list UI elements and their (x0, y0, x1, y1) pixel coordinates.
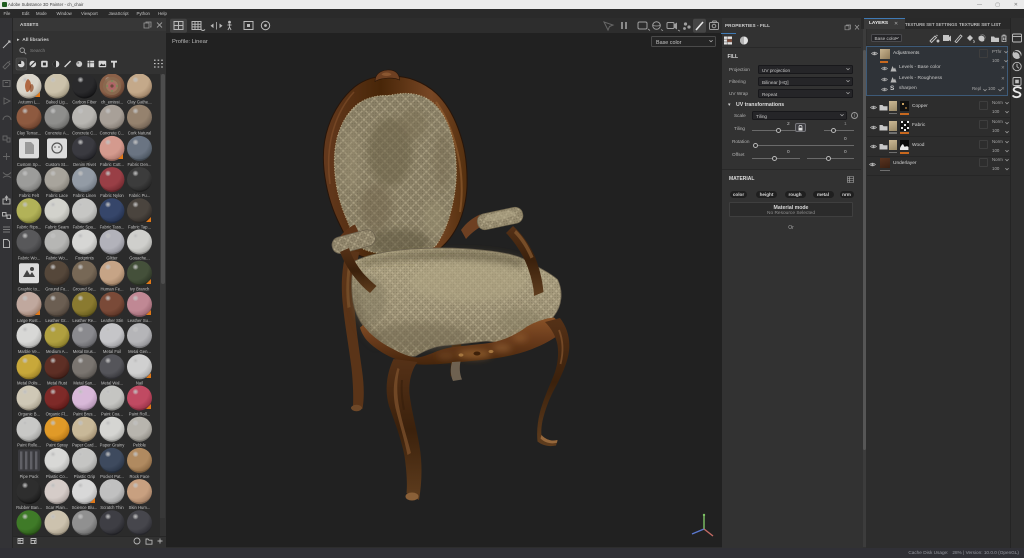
svg-text:Footprints: Footprints (75, 256, 94, 261)
svg-text:Organic B...: Organic B... (18, 412, 40, 417)
svg-text:Ivy Branch: Ivy Branch (130, 287, 150, 292)
svg-text:Cork Natural: Cork Natural (128, 131, 152, 136)
svg-text:Medium A...: Medium A... (46, 349, 68, 354)
svg-text:Paint Coa...: Paint Coa... (101, 412, 123, 417)
svg-text:Denim Rivet: Denim Rivet (73, 162, 97, 167)
svg-text:Scratch Thin: Scratch Thin (100, 505, 124, 510)
svg-text:Fabric Wo...: Fabric Wo... (18, 256, 41, 261)
svg-text:Leather Su...: Leather Su... (128, 318, 152, 323)
svg-text:Clay Gathe...: Clay Gathe... (127, 100, 151, 105)
svg-text:Pocket Pat...: Pocket Pat... (100, 474, 124, 479)
svg-text:Paint Roll...: Paint Roll... (129, 412, 150, 417)
svg-text:Large Rust...: Large Rust... (17, 318, 41, 323)
svg-text:Carbon Fiber: Carbon Fiber (72, 100, 97, 105)
svg-text:Fabric Wo...: Fabric Wo... (46, 256, 69, 261)
svg-text:Metal Foil: Metal Foil (103, 349, 121, 354)
svg-text:Clay Terrac...: Clay Terrac... (17, 131, 42, 136)
svg-text:Metal San...: Metal San... (73, 380, 95, 385)
svg-text:Ground Se...: Ground Se... (73, 287, 97, 292)
svg-text:Paper Grainy: Paper Grainy (100, 443, 126, 448)
svg-text:Custom St...: Custom St... (45, 162, 68, 167)
svg-text:Metal Polis...: Metal Polis... (17, 380, 41, 385)
svg-text:Concrete C...: Concrete C... (72, 131, 97, 136)
svg-text:Skin Hum...: Skin Hum... (129, 505, 151, 510)
svg-text:Fabric Pu...: Fabric Pu... (129, 193, 150, 198)
svg-text:Fabric Linen: Fabric Linen (73, 193, 97, 198)
svg-text:Scar Plain...: Scar Plain... (46, 505, 69, 510)
svg-text:Metal Rust: Metal Rust (47, 380, 68, 385)
svg-text:Ground Fo...: Ground Fo... (45, 287, 69, 292)
svg-text:Science Blu...: Science Blu... (72, 505, 98, 510)
svg-text:Concrete C...: Concrete C... (100, 131, 125, 136)
svg-text:Rubber Ban...: Rubber Ban... (16, 505, 42, 510)
svg-text:Glitter: Glitter (106, 256, 118, 261)
svg-text:Fabric Nylon: Fabric Nylon (100, 193, 124, 198)
svg-text:Graphic to...: Graphic to... (18, 287, 41, 292)
svg-text:Fabric Den...: Fabric Den... (128, 162, 152, 167)
svg-text:Metal Brus...: Metal Brus... (73, 349, 97, 354)
svg-text:Paint Spray: Paint Spray (46, 443, 69, 448)
svg-text:Leather Stin: Leather Stin (101, 318, 124, 323)
svg-text:Rock Face: Rock Face (129, 474, 150, 479)
svg-text:Fabric Cott...: Fabric Cott... (100, 162, 124, 167)
svg-text:Metal Wal...: Metal Wal... (101, 380, 123, 385)
svg-text:Autumn L...: Autumn L... (18, 100, 39, 105)
svg-text:Marble Ve...: Marble Ve... (18, 349, 40, 354)
svg-text:Fabric Lace: Fabric Lace (46, 193, 69, 198)
svg-text:Pipe Pack: Pipe Pack (20, 474, 40, 479)
svg-text:Gouache...: Gouache... (129, 256, 150, 261)
svg-text:Paint Rolle...: Paint Rolle... (17, 443, 41, 448)
svg-text:Pebble: Pebble (133, 443, 147, 448)
svg-text:Metal Gen...: Metal Gen... (128, 349, 151, 354)
svg-text:Fabric Felt: Fabric Felt (19, 193, 40, 198)
svg-text:Paper Card...: Paper Card... (72, 443, 97, 448)
svg-text:Custom Sp...: Custom Sp... (17, 162, 41, 167)
svg-text:Leather Gr...: Leather Gr... (45, 318, 68, 323)
svg-text:Concrete A...: Concrete A... (45, 131, 69, 136)
svg-text:Fabric Seam: Fabric Seam (45, 224, 69, 229)
svg-text:Organic Fl...: Organic Fl... (46, 412, 69, 417)
svg-text:Plastic Co...: Plastic Co... (46, 474, 68, 479)
svg-text:Leather Re...: Leather Re... (72, 318, 96, 323)
svg-text:ch_emissi...: ch_emissi... (101, 100, 123, 105)
svg-text:Plastic Grip: Plastic Grip (74, 474, 96, 479)
svg-text:Fabric Tass...: Fabric Tass... (100, 224, 125, 229)
svg-text:Fabric Rips...: Fabric Rips... (17, 224, 42, 229)
svg-text:Nail: Nail (136, 380, 143, 385)
svg-text:Fabric Spa...: Fabric Spa... (73, 224, 97, 229)
svg-text:Paint Brus...: Paint Brus... (73, 412, 96, 417)
svg-text:Fabric Tap...: Fabric Tap... (128, 224, 151, 229)
svg-text:Human Fe...: Human Fe... (100, 287, 123, 292)
svg-text:Baked Lig...: Baked Lig... (46, 100, 68, 105)
